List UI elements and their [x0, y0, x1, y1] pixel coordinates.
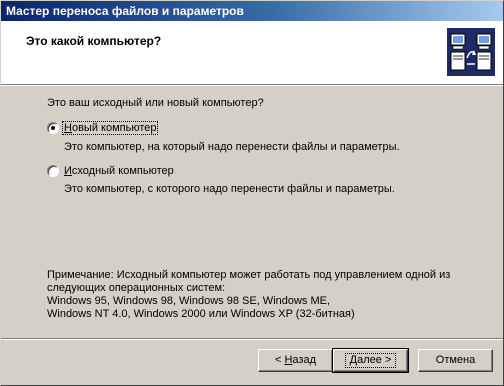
question-label: Это ваш исходный или новый компьютер?	[47, 97, 264, 109]
radio-label-new[interactable]: Новый компьютер	[61, 121, 159, 135]
hotkey-letter: И	[64, 165, 72, 177]
note-line: Примечание: Исходный компьютер может раб…	[47, 269, 451, 281]
note-line: следующих операционных систем:	[47, 282, 226, 294]
source-computer-description: Это компьютер, с которого надо перенести…	[64, 183, 395, 195]
radio-button-source[interactable]	[47, 165, 59, 177]
window-title: Мастер переноса файлов и параметров	[6, 4, 244, 18]
cancel-button[interactable]: Отмена	[418, 349, 493, 372]
note-line: Windows NT 4.0, Windows 2000 или Windows…	[47, 308, 355, 320]
transfer-computers-icon	[447, 28, 495, 76]
radio-button-new[interactable]	[47, 122, 59, 134]
header-divider-highlight	[1, 85, 503, 86]
focus-outline: Далее >	[344, 353, 397, 368]
wizard-header: Это какой компьютер?	[1, 21, 503, 84]
radio-source-computer[interactable]: Исходный компьютер	[47, 165, 175, 177]
next-button[interactable]: Далее >	[332, 348, 409, 373]
radio-label-source[interactable]: Исходный компьютер	[63, 165, 175, 177]
label-text: овый компьютер	[71, 122, 157, 134]
page-title: Это какой компьютер?	[26, 34, 162, 48]
button-label: алее >	[357, 354, 392, 366]
new-computer-description: Это компьютер, на который надо перенести…	[64, 141, 400, 153]
title-bar[interactable]: Мастер переноса файлов и параметров	[1, 1, 503, 21]
hotkey-letter: Н	[64, 122, 72, 134]
button-label: азад	[292, 354, 316, 366]
compatibility-note: Примечание: Исходный компьютер может раб…	[47, 269, 450, 321]
footer-divider-highlight	[1, 339, 503, 340]
back-button[interactable]: < Назад	[258, 349, 333, 372]
hotkey-letter: Д	[349, 354, 358, 366]
label-text: сходный компьютер	[71, 165, 174, 177]
wizard-window: Мастер переноса файлов и параметров Это …	[0, 0, 504, 386]
radio-new-computer[interactable]: Новый компьютер	[47, 121, 159, 135]
note-line: Windows 95, Windows 98, Windows 98 SE, W…	[47, 295, 331, 307]
